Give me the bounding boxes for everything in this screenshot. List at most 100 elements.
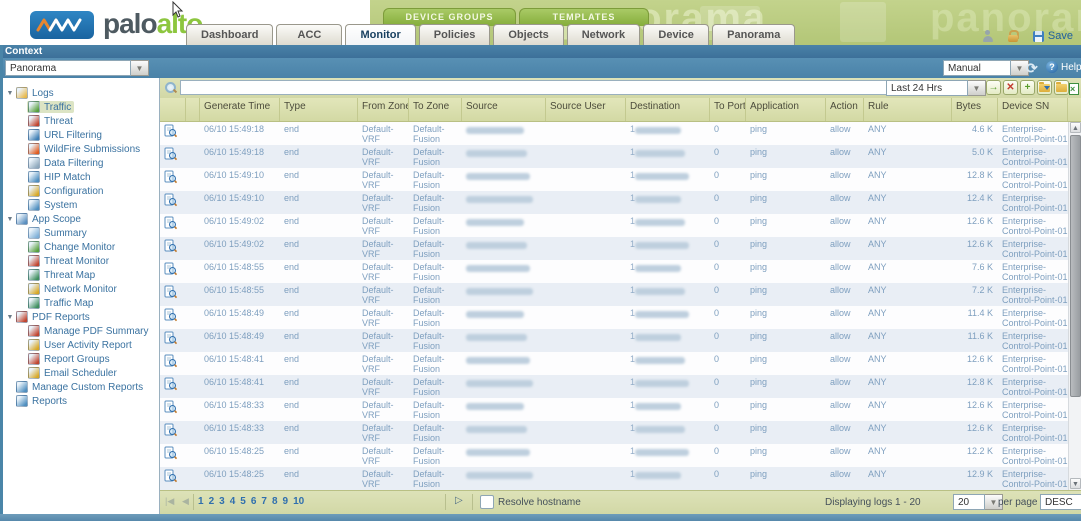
sidebar-item-email-scheduler[interactable]: Email Scheduler (3, 366, 159, 380)
page-link-7[interactable]: 7 (261, 496, 267, 507)
column-header-bytes[interactable]: Bytes (952, 98, 998, 121)
column-header-application[interactable]: Application (746, 98, 826, 121)
scroll-up-icon[interactable]: ▲ (1070, 122, 1081, 133)
log-table-row[interactable]: 06/10 15:48:55endDefault-VRFDefault-Fusi… (160, 260, 1068, 283)
sidebar-item-change-monitor[interactable]: Change Monitor (3, 240, 159, 254)
log-table-row[interactable]: 06/10 15:48:49endDefault-VRFDefault-Fusi… (160, 306, 1068, 329)
log-detail-icon[interactable] (164, 423, 177, 437)
log-table-row[interactable]: 06/10 15:48:41endDefault-VRFDefault-Fusi… (160, 375, 1068, 398)
log-table-row[interactable]: 06/10 15:48:25endDefault-VRFDefault-Fusi… (160, 467, 1068, 490)
tab-objects[interactable]: Objects (493, 24, 563, 45)
cell-detail[interactable] (160, 467, 186, 490)
column-header-action[interactable]: Action (826, 98, 864, 121)
cell-detail[interactable] (160, 421, 186, 444)
save-button[interactable]: Save (1033, 30, 1073, 42)
log-detail-icon[interactable] (164, 262, 177, 276)
sidebar-item-threat[interactable]: Threat (3, 114, 159, 128)
page-link-3[interactable]: 3 (219, 496, 225, 507)
sidebar-item-data-filtering[interactable]: Data Filtering (3, 156, 159, 170)
column-header-generate-time[interactable]: Generate Time (200, 98, 280, 121)
column-header-type[interactable]: Type (280, 98, 358, 121)
sidebar-item-network-monitor[interactable]: Network Monitor (3, 282, 159, 296)
tab-monitor[interactable]: Monitor (345, 24, 415, 45)
log-table-row[interactable]: 06/10 15:49:10endDefault-VRFDefault-Fusi… (160, 168, 1068, 191)
export-button[interactable] (1066, 80, 1081, 95)
log-detail-icon[interactable] (164, 193, 177, 207)
sidebar-item-user-activity-report[interactable]: User Activity Report (3, 338, 159, 352)
column-header-source-user[interactable]: Source User (546, 98, 626, 121)
log-table-row[interactable]: 06/10 15:49:18endDefault-VRFDefault-Fusi… (160, 122, 1068, 145)
cell-detail[interactable] (160, 191, 186, 214)
resolve-hostname-checkbox[interactable] (480, 495, 494, 509)
next-page-button[interactable]: ▷ (455, 495, 463, 506)
apply-filter-button[interactable]: → (986, 80, 1001, 95)
log-table-row[interactable]: 06/10 15:49:10endDefault-VRFDefault-Fusi… (160, 191, 1068, 214)
column-header-to-zone[interactable]: To Zone (409, 98, 462, 121)
tab-dashboard[interactable]: Dashboard (186, 24, 273, 45)
clear-filter-button[interactable]: ✕ (1003, 80, 1018, 95)
tab-network[interactable]: Network (567, 24, 640, 45)
tree-expander-icon[interactable]: ▼ (5, 314, 15, 321)
log-detail-icon[interactable] (164, 400, 177, 414)
column-header-source[interactable]: Source (462, 98, 546, 121)
cell-detail[interactable] (160, 329, 186, 352)
per-page-select[interactable]: 20 ▼ (953, 494, 1003, 510)
sidebar-item-traffic-map[interactable]: Traffic Map (3, 296, 159, 310)
first-page-button[interactable]: |◀ (165, 496, 174, 507)
cell-detail[interactable] (160, 283, 186, 306)
page-link-1[interactable]: 1 (198, 496, 204, 507)
filter-query-input[interactable] (180, 80, 888, 95)
help-button[interactable]: ? Help (1046, 61, 1081, 73)
tree-expander-icon[interactable]: ▼ (5, 90, 15, 97)
sidebar-item-system[interactable]: System (3, 198, 159, 212)
time-range-select[interactable]: Last 24 Hrs ▼ (886, 80, 986, 96)
log-detail-icon[interactable] (164, 446, 177, 460)
log-table-row[interactable]: 06/10 15:48:25endDefault-VRFDefault-Fusi… (160, 444, 1068, 467)
cell-detail[interactable] (160, 237, 186, 260)
log-table-row[interactable]: 06/10 15:48:33endDefault-VRFDefault-Fusi… (160, 421, 1068, 444)
sidebar-item-configuration[interactable]: Configuration (3, 184, 159, 198)
sort-order-select[interactable]: DESC ▼ (1040, 494, 1081, 510)
cell-detail[interactable] (160, 444, 186, 467)
page-link-6[interactable]: 6 (251, 496, 257, 507)
log-detail-icon[interactable] (164, 147, 177, 161)
column-header-from-zone[interactable]: From Zone (358, 98, 409, 121)
refresh-mode-select[interactable]: Manual ▼ (943, 60, 1029, 76)
log-detail-icon[interactable] (164, 285, 177, 299)
sidebar-item-url-filtering[interactable]: URL Filtering (3, 128, 159, 142)
cell-detail[interactable] (160, 306, 186, 329)
vertical-scrollbar[interactable]: ▲ ▼ (1068, 122, 1081, 490)
tab-policies[interactable]: Policies (419, 24, 491, 45)
sidebar-item-manage-custom-reports[interactable]: Manage Custom Reports (3, 380, 159, 394)
chevron-down-icon[interactable]: ▼ (131, 60, 149, 76)
sidebar-item-threat-monitor[interactable]: Threat Monitor (3, 254, 159, 268)
log-table-row[interactable]: 06/10 15:48:49endDefault-VRFDefault-Fusi… (160, 329, 1068, 352)
page-link-4[interactable]: 4 (230, 496, 236, 507)
sidebar-item-reports[interactable]: Reports (3, 394, 159, 408)
column-header-rule[interactable]: Rule (864, 98, 952, 121)
page-link-8[interactable]: 8 (272, 496, 278, 507)
sidebar-item-traffic[interactable]: Traffic (3, 100, 159, 114)
prev-page-button[interactable]: ◀ (182, 496, 189, 507)
tab-device[interactable]: Device (643, 24, 709, 45)
save-filter-button[interactable] (1037, 80, 1052, 95)
log-detail-icon[interactable] (164, 331, 177, 345)
lock-icon[interactable] (1008, 30, 1019, 42)
sidebar-item-app-scope[interactable]: ▼App Scope (3, 212, 159, 226)
cell-detail[interactable] (160, 122, 186, 145)
refresh-icon[interactable]: ⟳ (1026, 60, 1038, 77)
column-header-destination[interactable]: Destination (626, 98, 710, 121)
log-table-row[interactable]: 06/10 15:48:41endDefault-VRFDefault-Fusi… (160, 352, 1068, 375)
cell-detail[interactable] (160, 214, 186, 237)
user-icon[interactable] (982, 30, 994, 42)
cell-detail[interactable] (160, 352, 186, 375)
sidebar-item-pdf-reports[interactable]: ▼PDF Reports (3, 310, 159, 324)
cell-detail[interactable] (160, 168, 186, 191)
page-link-9[interactable]: 9 (283, 496, 289, 507)
context-select[interactable]: Panorama ▼ (5, 60, 149, 76)
scroll-down-icon[interactable]: ▼ (1070, 478, 1081, 489)
chevron-down-icon[interactable]: ▼ (968, 80, 986, 96)
cell-detail[interactable] (160, 260, 186, 283)
sidebar-item-manage-pdf-summary[interactable]: Manage PDF Summary (3, 324, 159, 338)
log-table-row[interactable]: 06/10 15:49:02endDefault-VRFDefault-Fusi… (160, 214, 1068, 237)
